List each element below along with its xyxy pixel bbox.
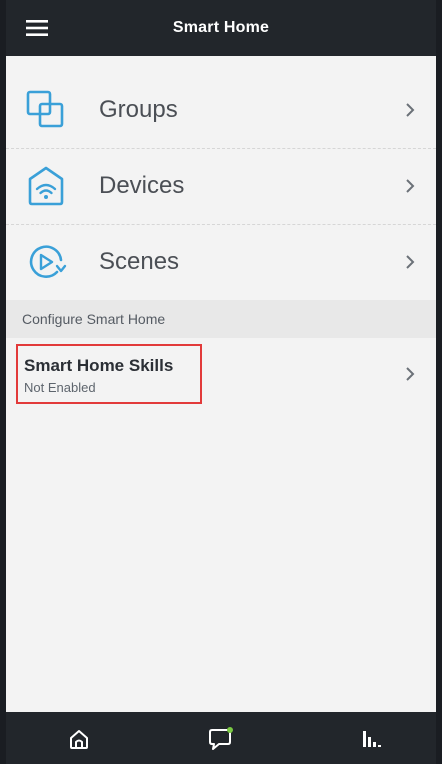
top-app-bar: Smart Home	[6, 0, 436, 56]
activity-icon	[363, 731, 381, 747]
chevron-right-icon	[404, 252, 416, 272]
list-item-label: Groups	[99, 96, 178, 123]
nav-activity-button[interactable]	[356, 724, 386, 754]
groups-icon	[22, 86, 70, 134]
list-item-label: Devices	[99, 172, 185, 199]
chevron-right-icon	[404, 176, 416, 196]
scenes-icon	[22, 238, 70, 286]
section-title: Configure Smart Home	[22, 311, 166, 327]
chevron-right-icon	[404, 100, 416, 120]
chat-icon	[209, 727, 233, 750]
skills-status: Not Enabled	[24, 380, 96, 395]
list-item-devices[interactable]: Devices	[6, 148, 436, 225]
smart-home-skills-item[interactable]: Smart Home Skills Not Enabled	[6, 338, 436, 410]
devices-icon	[22, 162, 70, 210]
section-header: Configure Smart Home	[6, 300, 436, 338]
list-item-label: Scenes	[99, 248, 180, 275]
bottom-nav	[6, 712, 436, 764]
nav-chat-button[interactable]	[206, 724, 236, 754]
menu-button[interactable]	[24, 16, 50, 40]
list-item-groups[interactable]: Groups	[6, 72, 436, 149]
hamburger-menu-icon	[26, 20, 48, 36]
nav-home-button[interactable]	[64, 724, 94, 754]
skills-title: Smart Home Skills	[24, 356, 174, 375]
list-item-scenes[interactable]: Scenes	[6, 224, 436, 300]
home-icon	[70, 730, 88, 749]
app-frame: Smart Home Groups Devices Scenes Configu…	[0, 0, 442, 764]
chevron-right-icon	[404, 364, 416, 384]
page-title: Smart Home	[172, 19, 270, 36]
